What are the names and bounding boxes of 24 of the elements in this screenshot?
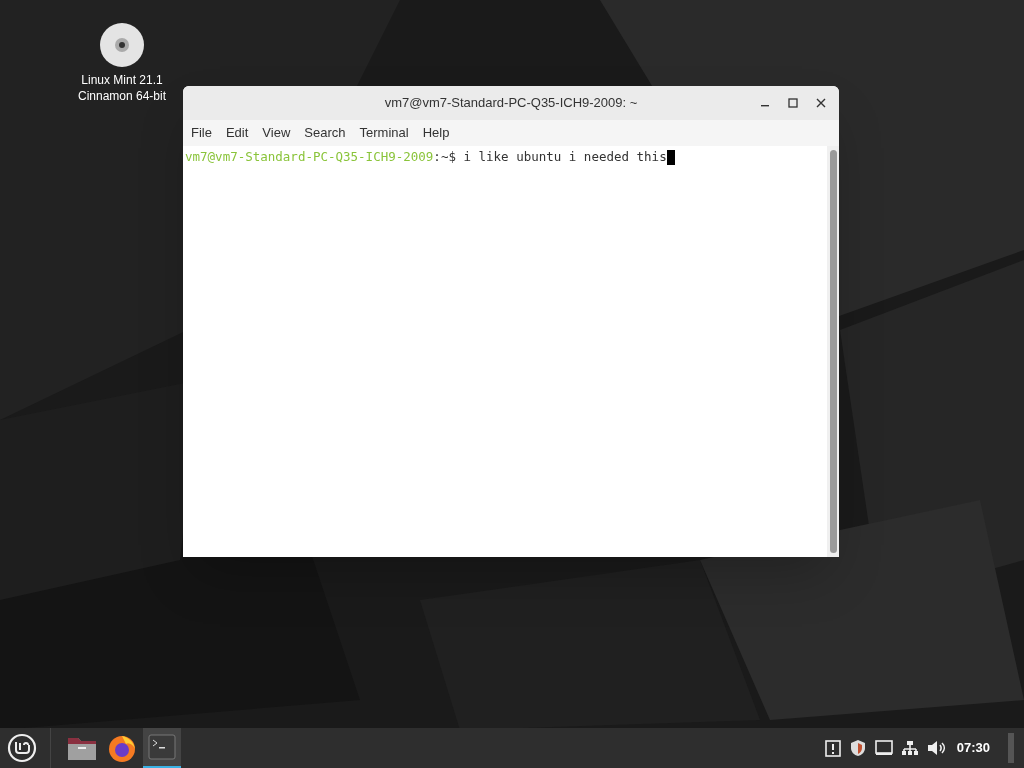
desktop-icon-label[interactable]: Linux Mint 21.1 Cinnamon 64-bit: [77, 72, 167, 104]
menu-item[interactable]: Terminal: [352, 123, 416, 143]
menu-item[interactable]: Help: [415, 123, 457, 143]
display-icon[interactable]: [874, 740, 893, 756]
shield-icon[interactable]: [848, 739, 867, 757]
volume-icon[interactable]: [926, 740, 945, 756]
scrollbar[interactable]: [827, 146, 839, 557]
clipboard-alert-icon[interactable]: [824, 739, 841, 757]
browser-icon: [107, 733, 137, 763]
taskbar-launcher[interactable]: [143, 728, 181, 768]
menu-item[interactable]: File: [184, 123, 219, 143]
maximize-icon[interactable]: [787, 97, 799, 109]
clock[interactable]: 07:30: [956, 738, 990, 758]
mint-logo-icon: [7, 733, 37, 763]
window-title: vm7@vm7-Standard-PC-Q35-ICH9-2009: ~: [384, 94, 638, 113]
menu-item[interactable]: Search: [297, 123, 353, 143]
close-icon[interactable]: [815, 97, 827, 109]
menu-item[interactable]: Edit: [218, 123, 256, 143]
menu-item[interactable]: View: [255, 123, 298, 143]
folder-icon: [67, 735, 97, 761]
disc-icon[interactable]: [99, 22, 145, 68]
terminal-icon: [148, 734, 176, 760]
network-icon[interactable]: [900, 740, 919, 756]
terminal-line: vm7@vm7-Standard-PC-Q35-ICH9-2009:~$ i like ubuntu i needed this: [185, 149, 667, 164]
